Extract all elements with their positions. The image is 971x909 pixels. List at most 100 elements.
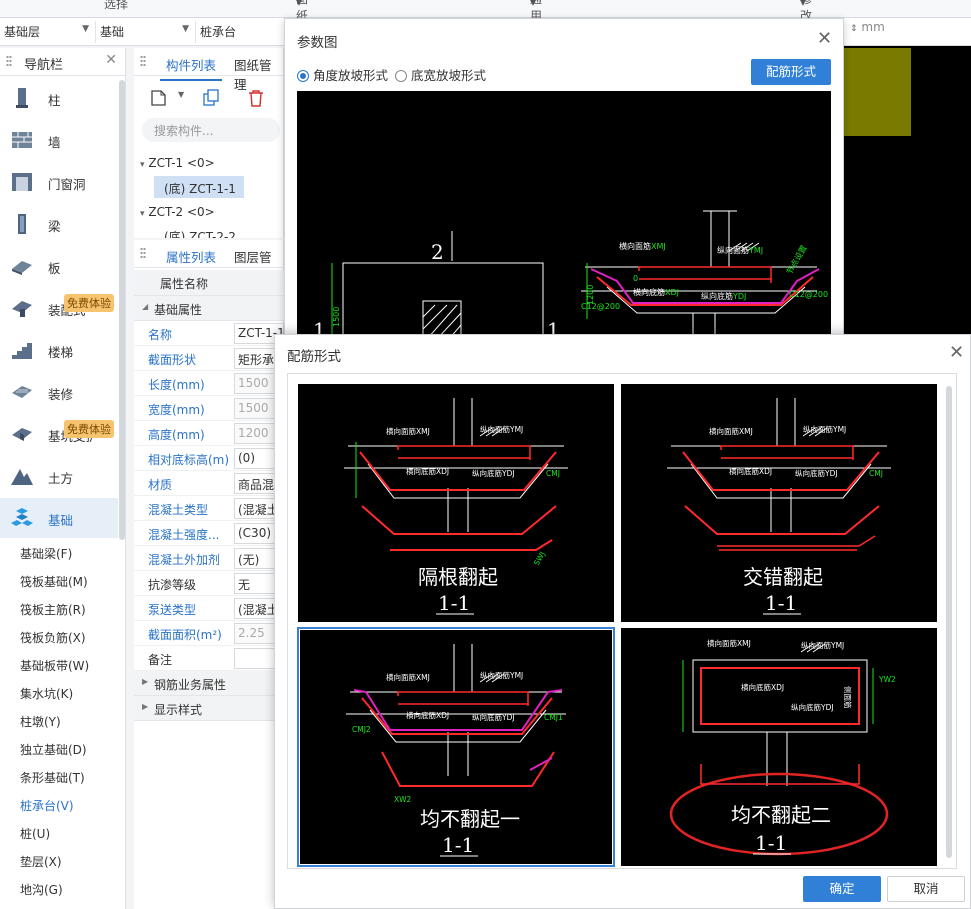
label-xmj: 横向面筋XMJ bbox=[709, 426, 753, 436]
label-ymj: 纵向面筋YMJ bbox=[801, 640, 844, 650]
spinner-icon[interactable]: ⇕ bbox=[850, 24, 858, 34]
drag-handle-icon[interactable] bbox=[6, 55, 12, 67]
label-ymj: 纵向面筋YMJ bbox=[717, 245, 763, 255]
radio-checked-icon bbox=[297, 70, 309, 82]
prop-name: 名称 bbox=[148, 328, 173, 342]
label-xdj: 横向底筋XDJ bbox=[406, 466, 449, 476]
chevron-down-icon[interactable]: ▼ bbox=[178, 90, 184, 99]
section-rebar[interactable]: ▶ 钢筋业务属性 bbox=[134, 671, 284, 696]
copy-icon[interactable] bbox=[200, 88, 224, 108]
radio-bottom-width-slope[interactable]: 底宽放坡形式 bbox=[395, 65, 486, 84]
type-select[interactable]: 桩承台 bbox=[196, 21, 286, 43]
option-section: 1-1 bbox=[765, 591, 797, 615]
dialog-title: 配筋形式 bbox=[287, 349, 341, 365]
grid-scrollbar[interactable] bbox=[946, 386, 952, 858]
sub-item-raft-main-rebar[interactable]: 筏板主筋(R) bbox=[20, 601, 86, 618]
label-cmj2: CMJ2 bbox=[352, 725, 371, 734]
prop-name: 宽度(mm) bbox=[148, 403, 205, 417]
prop-name: 相对底标高(m) bbox=[148, 453, 230, 467]
close-icon[interactable]: ✕ bbox=[949, 342, 964, 363]
rebar-option-no-bend-2[interactable]: 横向面筋XMJ 纵向面筋YMJ 横向底筋XDJ 纵向底筋YDJ YW2 侧面筋 … bbox=[621, 628, 937, 866]
label-ydj: 纵向底筋YDJ bbox=[472, 468, 515, 478]
ribbon-group-common[interactable]: 通用操作 ▾ bbox=[530, 0, 542, 57]
label-1200: 1200 bbox=[586, 285, 595, 305]
nav-scrollbar[interactable] bbox=[119, 80, 125, 540]
tree-node-zct1[interactable]: ▾ ZCT-1 <0> bbox=[140, 156, 215, 170]
option-section: 1-1 bbox=[438, 591, 470, 615]
rebar-form-button[interactable]: 配筋形式 bbox=[751, 59, 831, 85]
ok-button[interactable]: 确定 bbox=[803, 876, 881, 902]
rebar-option-staggered-bend[interactable]: 横向面筋XMJ 纵向面筋YMJ 横向底筋XDJ 纵向底筋YDJ CMJ 交错翻起… bbox=[621, 384, 937, 622]
cancel-button[interactable]: 取消 bbox=[887, 876, 965, 902]
label-xmj: 横向面筋XMJ bbox=[707, 638, 751, 648]
label-cmj1: CMJ1 bbox=[544, 713, 563, 722]
sub-item-raft[interactable]: 筏板基础(M) bbox=[20, 573, 88, 590]
label-xw2: XW2 bbox=[394, 795, 412, 804]
section-basic[interactable]: ◢ 基础属性 bbox=[134, 296, 284, 321]
sub-item-sump[interactable]: 集水坑(K) bbox=[20, 685, 73, 702]
sub-item-isolated-footing[interactable]: 独立基础(D) bbox=[20, 741, 87, 758]
rebar-option-no-bend-1[interactable]: 横向面筋XMJ 纵向面筋YMJ 横向底筋XDJ 纵向底筋YDJ CMJ1 CMJ… bbox=[297, 627, 615, 867]
nav-item-prefab[interactable]: 装配式 免费体验 bbox=[0, 288, 118, 328]
drawing-canvas[interactable] bbox=[842, 46, 971, 336]
column-icon bbox=[16, 88, 28, 108]
tree-leaf-zct2-2[interactable]: (底) ZCT-2-2 bbox=[164, 230, 236, 238]
free-trial-badge[interactable]: 免费体验 bbox=[64, 294, 114, 312]
nav-item-stairs[interactable]: 楼梯 bbox=[0, 330, 118, 370]
layer-select[interactable]: 基础层 ▼ bbox=[0, 21, 96, 43]
tree-node-zct2[interactable]: ▾ ZCT-2 <0> bbox=[140, 205, 215, 219]
new-component-icon[interactable] bbox=[148, 88, 172, 108]
sub-item-column-pier[interactable]: 柱墩(Y) bbox=[20, 713, 61, 730]
nav-item-beam[interactable]: 梁 bbox=[0, 204, 118, 244]
component-search-input[interactable]: 搜索构件... bbox=[142, 118, 280, 142]
prop-row: 高度(mm) 1200 bbox=[134, 421, 284, 446]
rebar-drawing: 横向面筋XMJ 纵向面筋YMJ 横向底筋XDJ 纵向底筋YDJ CMJ1 CMJ… bbox=[346, 644, 566, 857]
ribbon-group-modify[interactable]: 修改 ▾ bbox=[800, 0, 812, 23]
search-placeholder: 搜索构件... bbox=[154, 124, 214, 138]
expand-icon: ▶ bbox=[142, 702, 149, 711]
nav-item-door-window[interactable]: 门窗洞 bbox=[0, 162, 118, 202]
category-value: 基础 bbox=[100, 25, 125, 39]
parameter-drawing[interactable]: 横向面筋XMJ 纵向面筋YMJ 横向底筋XDJ 纵向底筋YDJ 节点设置 C12… bbox=[297, 91, 831, 342]
rebar-option-alternate-bend[interactable]: 横向面筋XMJ 纵向面筋YMJ 横向底筋XDJ 纵向底筋YDJ CMJ SWJ … bbox=[298, 384, 614, 622]
option-title: 均不翻起二 bbox=[731, 803, 831, 827]
nav-item-slab[interactable]: 板 bbox=[0, 246, 118, 286]
section-display[interactable]: ▶ 显示样式 bbox=[134, 696, 284, 721]
nav-item-foundation[interactable]: 基础 bbox=[0, 498, 118, 538]
close-icon[interactable]: ✕ bbox=[817, 28, 832, 49]
sub-item-pile[interactable]: 桩(U) bbox=[20, 825, 50, 842]
nav-label: 装修 bbox=[48, 387, 74, 402]
free-trial-badge[interactable]: 免费体验 bbox=[64, 420, 114, 438]
sub-item-raft-neg-rebar[interactable]: 筏板负筋(X) bbox=[20, 629, 86, 646]
nav-label: 门窗洞 bbox=[48, 177, 86, 192]
sub-item-slab-strip[interactable]: 基础板带(W) bbox=[20, 657, 89, 674]
radio-angle-slope[interactable]: 角度放坡形式 bbox=[297, 65, 388, 84]
delete-icon[interactable] bbox=[244, 88, 268, 108]
sub-item-cushion[interactable]: 垫层(X) bbox=[20, 853, 62, 870]
drag-handle-icon[interactable] bbox=[140, 55, 146, 67]
label-xdj: 横向底筋XDJ bbox=[406, 710, 449, 720]
foundation-pit-icon bbox=[12, 428, 32, 441]
label-ymj: 纵向面筋YMJ bbox=[803, 424, 846, 434]
prop-row: 名称 ZCT-1-1 bbox=[134, 321, 284, 346]
sub-item-trench[interactable]: 地沟(G) bbox=[20, 881, 63, 898]
nav-item-decoration[interactable]: 装修 bbox=[0, 372, 118, 412]
ribbon-group-select[interactable]: 选择 bbox=[104, 0, 128, 12]
ribbon-group-drawing[interactable]: 图纸操作 ▾ bbox=[296, 0, 308, 57]
nav-item-column[interactable]: 柱 bbox=[0, 78, 118, 118]
category-select[interactable]: 基础 ▼ bbox=[96, 21, 196, 43]
nav-item-foundation-pit[interactable]: 基坑支护 免费体验 bbox=[0, 414, 118, 454]
sub-item-pile-cap[interactable]: 桩承台(V) bbox=[20, 797, 74, 814]
close-icon[interactable]: ✕ bbox=[105, 52, 117, 68]
drag-handle-icon[interactable] bbox=[140, 247, 146, 259]
radio-label: 底宽放坡形式 bbox=[411, 68, 487, 83]
nav-item-earthwork[interactable]: 土方 bbox=[0, 456, 118, 496]
sub-item-foundation-beam[interactable]: 基础梁(F) bbox=[20, 545, 72, 562]
tree-leaf-zct1-1[interactable]: (底) ZCT-1-1 bbox=[164, 180, 236, 197]
prop-row: 泵送类型(混凝土泵) bbox=[134, 596, 284, 621]
prop-row: 截面形状 矩形承台 bbox=[134, 346, 284, 371]
tab-property-list[interactable]: 属性列表 bbox=[159, 247, 223, 273]
tab-component-list[interactable]: 构件列表 bbox=[159, 55, 223, 81]
nav-item-wall[interactable]: 墙 bbox=[0, 120, 118, 160]
sub-item-strip-footing[interactable]: 条形基础(T) bbox=[20, 769, 85, 786]
